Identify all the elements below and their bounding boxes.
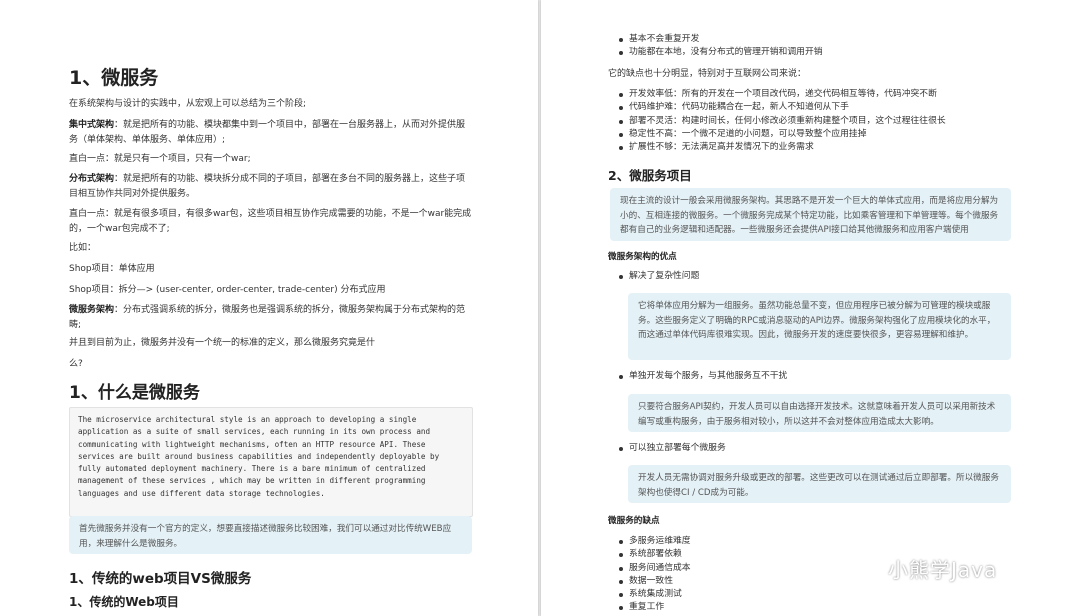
plain-paragraph-2: 直白一点：就是有很多项目，有很多war包，这些项目相互协作完成需要的功能，不是一… — [69, 209, 472, 234]
advantage-item-1: 解决了复杂性问题 — [608, 270, 1016, 283]
note-advantage-1: 它将单体应用分解为一组服务。虽然功能总量不变，但应用程序已被分解为可管理的模块或… — [628, 293, 1011, 360]
shop-distributed-line: Shop项目：拆分—> (user-center, order-center, … — [69, 285, 386, 295]
shop-monolith-line: Shop项目：单体应用 — [69, 264, 155, 274]
list-item: 功能都在本地，没有分布式的管理开销和调用开销 — [608, 46, 1016, 59]
disadvantages-title: 微服务的缺点 — [608, 516, 660, 526]
note-definition: 首先微服务并没有一个官方的定义，想要直接描述微服务比较困难，我们可以通过对比传统… — [69, 516, 472, 554]
list-item: 稳定性不高：一个微不足道的小问题，可以导致整个应用挂掉 — [608, 128, 1016, 141]
list-item: 系统集成测试 — [608, 588, 1016, 601]
note-microservice-project: 现在主流的设计一般会采用微服务架构。其思路不是开发一个巨大的单体式应用，而是将应… — [610, 188, 1011, 241]
list-item: 基本不会重复开发 — [608, 33, 1016, 46]
list-item: 部署不灵活：构建时间长，任何小修改必须重新构建整个项目，这个过程往往很长 — [608, 115, 1016, 128]
microservice-arch-label: 微服务架构 — [69, 305, 115, 315]
note-advantage-2: 只要符合服务API契约，开发人员可以自由选择开发技术。这就意味着开发人员可以采用… — [628, 394, 1011, 432]
example-label: 比如： — [69, 243, 97, 253]
list-item: 重复工作 — [608, 601, 1016, 614]
advantages-title: 微服务架构的优点 — [608, 252, 677, 262]
list-item: 开发效率低：所有的开发在一个项目改代码，递交代码相互等待，代码冲突不断 — [608, 88, 1016, 101]
watermark-text: 小熊学Java — [888, 557, 998, 582]
advantage-item-3: 可以独立部署每个微服务 — [608, 442, 1016, 455]
definition-paragraph: 并且到目前为止，微服务并没有一个统一的标准的定义，那么微服务究竟是什 — [69, 338, 376, 348]
wechat-icon — [853, 557, 881, 579]
code-text: The microservice architectural style is … — [78, 415, 440, 498]
microservice-arch-paragraph: 微服务架构：分布式强调系统的拆分，微服务也是强调系统的拆分，微服务架构属于分布式… — [69, 303, 473, 333]
list-item: 单独开发每个服务，与其他服务互不干扰 — [608, 370, 1016, 383]
centralized-text: ：就是把所有的功能、模块都集中到一个项目中，部署在一台服务器上，从而对外提供服务… — [69, 120, 466, 145]
centralized-label: 集中式架构 — [69, 120, 115, 130]
distributed-label: 分布式架构 — [69, 174, 115, 184]
list-item: 多服务运维难度 — [608, 535, 1016, 548]
note-advantage-3: 开发人员无需协调对服务升级或更改的部署。这些更改可以在测试通过后立即部署。所以微… — [628, 465, 1011, 503]
distributed-paragraph: 分布式架构：就是把所有的功能、模块拆分成不同的子项目，部署在多台不同的服务器上，… — [69, 172, 473, 202]
heading-traditional-web: 1、传统的Web项目 — [69, 595, 179, 609]
intro-paragraph: 在系统架构与设计的实践中，从宏观上可以总结为三个阶段; — [69, 99, 307, 109]
code-block: The microservice architectural style is … — [69, 407, 473, 517]
drawback-list: 开发效率低：所有的开发在一个项目改代码，递交代码相互等待，代码冲突不断 代码维护… — [608, 88, 1016, 154]
heading-what-is-microservice: 1、什么是微服务 — [69, 383, 200, 403]
definition-paragraph-end: 么? — [69, 359, 83, 369]
list-item: 解决了复杂性问题 — [608, 270, 1016, 283]
distributed-text: ：就是把所有的功能、模块拆分成不同的子项目，部署在多台不同的服务器上，这些子项目… — [69, 174, 466, 199]
heading-microservice: 1、微服务 — [69, 67, 159, 89]
drawback-intro: 它的缺点也十分明显，特别对于互联网公司来说： — [608, 69, 807, 79]
list-item: 扩展性不够：无法满足高并发情况下的业务需求 — [608, 141, 1016, 154]
centralized-paragraph: 集中式架构：就是把所有的功能、模块都集中到一个项目中，部署在一台服务器上，从而对… — [69, 118, 473, 148]
list-item: 代码维护难：代码功能耦合在一起，新人不知道何从下手 — [608, 101, 1016, 114]
list-item: 可以独立部署每个微服务 — [608, 442, 1016, 455]
advantage-item-2: 单独开发每个服务，与其他服务互不干扰 — [608, 370, 1016, 383]
heading-web-vs-microservice: 1、传统的web项目VS微服务 — [69, 571, 252, 587]
top-bullet-list: 基本不会重复开发 功能都在本地，没有分布式的管理开销和调用开销 — [608, 33, 1016, 60]
plain-paragraph-1: 直白一点：就是只有一个项目，只有一个war; — [69, 154, 251, 164]
watermark: 小熊学Java — [852, 553, 997, 583]
heading-microservice-project: 2、微服务项目 — [608, 168, 692, 183]
microservice-arch-text: ：分布式强调系统的拆分，微服务也是强调系统的拆分，微服务架构属于分布式架构的范畴… — [69, 305, 466, 330]
